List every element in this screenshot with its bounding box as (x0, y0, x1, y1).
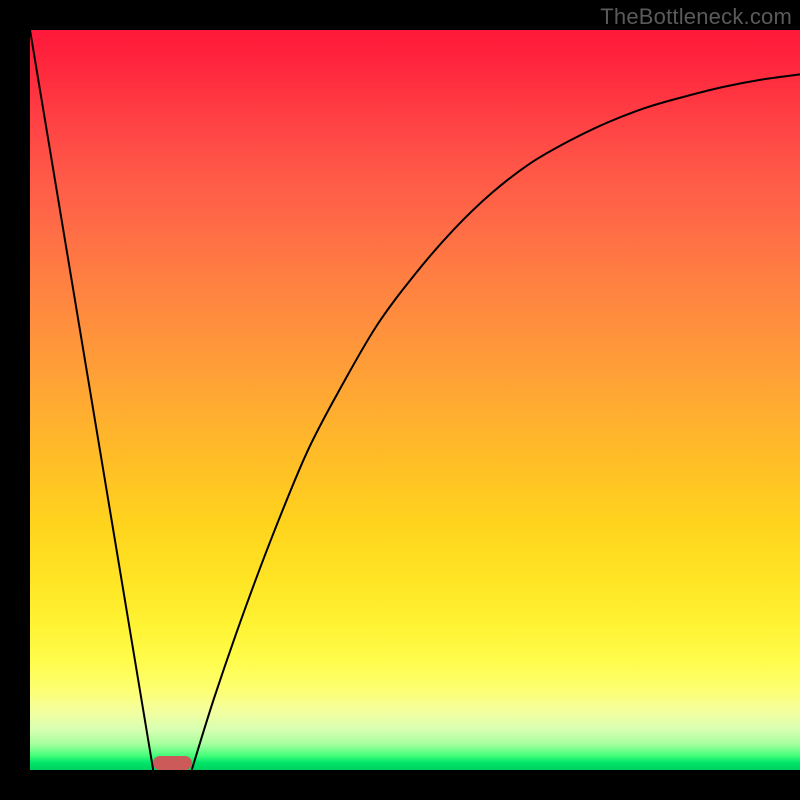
watermark-text: TheBottleneck.com (600, 4, 792, 30)
right-curve-path (192, 74, 800, 770)
chart-frame: TheBottleneck.com (0, 0, 800, 800)
left-line-path (30, 30, 153, 770)
curve-svg (30, 30, 800, 770)
plot-area (30, 30, 800, 770)
